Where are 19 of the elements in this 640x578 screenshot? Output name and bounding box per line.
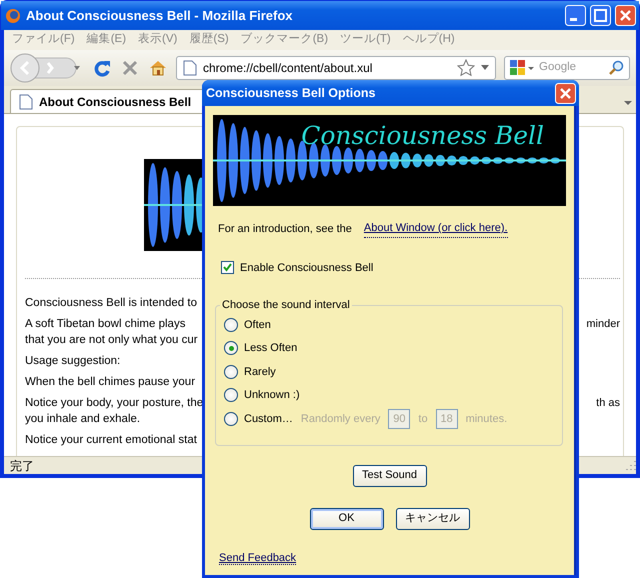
custom-text: to xyxy=(418,412,428,426)
banner-title: Consciousness Bell xyxy=(301,120,544,152)
body-text: Consciousness Bell is intended to xyxy=(25,296,197,311)
body-text: you inhale and exhale. xyxy=(25,412,140,427)
body-text: When the bell chimes pause your xyxy=(25,375,196,390)
body-text: minder xyxy=(586,317,620,332)
group-label: Choose the sound interval xyxy=(221,300,351,311)
status-text: 完了 xyxy=(10,458,34,474)
custom-text: minutes. xyxy=(466,412,508,426)
body-text: th as xyxy=(596,396,620,411)
checkbox-label: Enable Consciousness Bell xyxy=(240,260,374,276)
body-text: Notice your current emotional stat xyxy=(25,433,197,448)
window-title: About Consciousness Bell - Mozilla Firefox xyxy=(26,6,293,25)
body-text: Notice your body, your posture, the xyxy=(25,396,204,411)
intro-text: For an introduction, see the xyxy=(218,222,352,236)
custom-text: Randomly every xyxy=(300,412,380,426)
body-text: that you are not only what you cur xyxy=(25,333,198,348)
body-text: Usage suggestion: xyxy=(25,354,120,369)
body-text: A soft Tibetan bowl chime plays xyxy=(25,317,186,332)
